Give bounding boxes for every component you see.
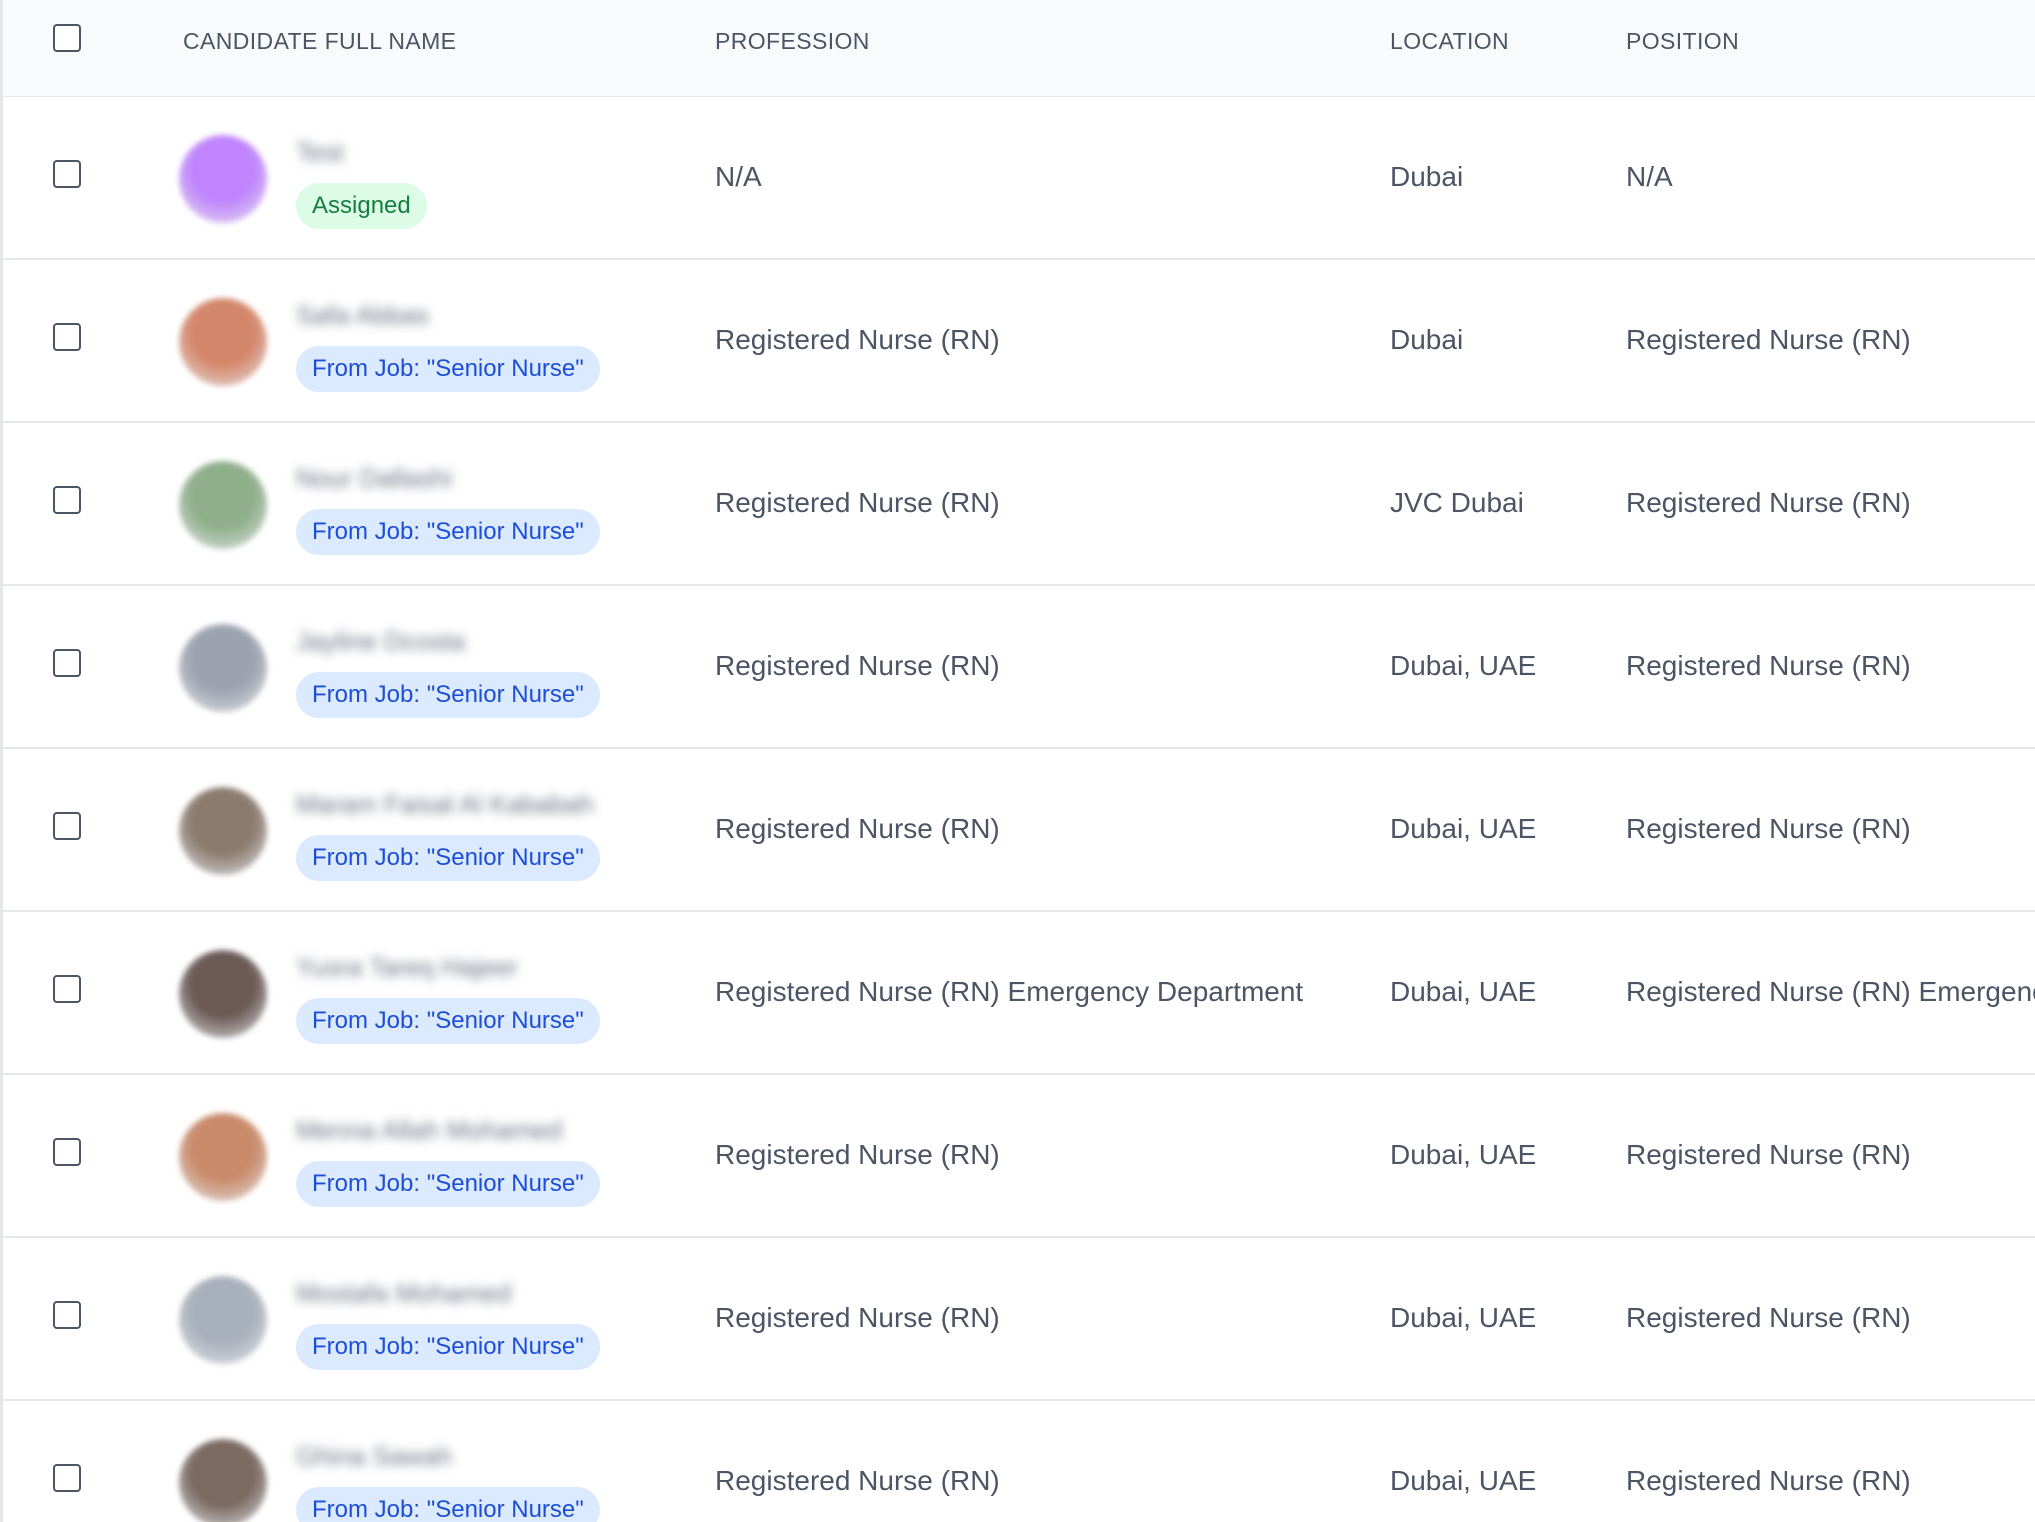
location-cell: Dubai, UAE [1390, 1302, 1537, 1333]
column-header-position[interactable]: POSITION [1626, 0, 1739, 96]
avatar [179, 950, 267, 1038]
position-cell: Registered Nurse (RN) [1626, 1302, 1911, 1333]
row-checkbox[interactable] [53, 1138, 81, 1166]
position-cell: N/A [1626, 161, 1673, 192]
location-cell: Dubai, UAE [1390, 813, 1537, 844]
location-cell: Dubai [1390, 324, 1464, 355]
source-badge: From Job: "Senior Nurse" [296, 1487, 600, 1522]
column-header-name[interactable]: CANDIDATE FULL NAME [183, 0, 456, 96]
location-cell: Dubai, UAE [1390, 976, 1537, 1007]
avatar [179, 1113, 267, 1201]
profession-cell: Registered Nurse (RN) [715, 324, 1000, 355]
profession-cell: Registered Nurse (RN) [715, 1465, 1000, 1496]
table-row[interactable]: Menna Allah Mohamed From Job: "Senior Nu… [3, 1075, 2035, 1238]
location-cell: Dubai, UAE [1390, 650, 1537, 681]
avatar [179, 135, 267, 223]
position-cell: Registered Nurse (RN) Emergency [1626, 976, 2035, 1007]
row-checkbox[interactable] [53, 649, 81, 677]
row-checkbox[interactable] [53, 323, 81, 351]
source-badge: From Job: "Senior Nurse" [296, 509, 600, 555]
row-checkbox[interactable] [53, 1301, 81, 1329]
profession-cell: Registered Nurse (RN) [715, 1302, 1000, 1333]
position-cell: Registered Nurse (RN) [1626, 650, 1911, 681]
candidate-name[interactable]: Jayline Dcosta [296, 626, 465, 657]
position-cell: Registered Nurse (RN) [1626, 1465, 1911, 1496]
source-badge: From Job: "Senior Nurse" [296, 1161, 600, 1207]
candidate-name[interactable]: Yusra Tareq Hajeer [296, 952, 518, 983]
avatar [179, 1276, 267, 1364]
location-cell: JVC Dubai [1390, 487, 1524, 518]
row-checkbox[interactable] [53, 486, 81, 514]
avatar [179, 461, 267, 549]
profession-cell: Registered Nurse (RN) [715, 487, 1000, 518]
table-header: CANDIDATE FULL NAME PROFESSION LOCATION … [3, 0, 2035, 98]
table-row[interactable]: Mostafa Mohamed From Job: "Senior Nurse"… [3, 1238, 2035, 1401]
table-row[interactable]: Nour Dallashi From Job: "Senior Nurse" R… [3, 423, 2035, 586]
profession-cell: Registered Nurse (RN) [715, 1139, 1000, 1170]
candidate-name[interactable]: Test [296, 137, 344, 168]
position-cell: Registered Nurse (RN) [1626, 324, 1911, 355]
location-cell: Dubai, UAE [1390, 1139, 1537, 1170]
table-row[interactable]: Yusra Tareq Hajeer From Job: "Senior Nur… [3, 912, 2035, 1075]
profession-cell: N/A [715, 161, 762, 192]
profession-cell: Registered Nurse (RN) [715, 813, 1000, 844]
select-all-checkbox[interactable] [53, 24, 81, 52]
position-cell: Registered Nurse (RN) [1626, 487, 1911, 518]
position-cell: Registered Nurse (RN) [1626, 813, 1911, 844]
location-cell: Dubai, UAE [1390, 1465, 1537, 1496]
candidate-name[interactable]: Mostafa Mohamed [296, 1278, 511, 1309]
source-badge: From Job: "Senior Nurse" [296, 998, 600, 1044]
row-checkbox[interactable] [53, 975, 81, 1003]
table-row[interactable]: Test Assigned N/A Dubai N/A [3, 97, 2035, 260]
avatar [179, 624, 267, 712]
candidate-name[interactable]: Safa Abbas [296, 300, 429, 331]
candidate-name[interactable]: Maram Faisal Al Kababah [296, 789, 594, 820]
table-row[interactable]: Safa Abbas From Job: "Senior Nurse" Regi… [3, 260, 2035, 423]
candidate-name[interactable]: Ghina Sawah [296, 1441, 452, 1472]
row-checkbox[interactable] [53, 1464, 81, 1492]
profession-cell: Registered Nurse (RN) [715, 650, 1000, 681]
candidate-name[interactable]: Nour Dallashi [296, 463, 452, 494]
profession-cell: Registered Nurse (RN) Emergency Departme… [715, 976, 1304, 1007]
source-badge: Assigned [296, 183, 427, 229]
row-checkbox[interactable] [53, 812, 81, 840]
avatar [179, 787, 267, 875]
candidate-name[interactable]: Menna Allah Mohamed [296, 1115, 562, 1146]
row-checkbox[interactable] [53, 160, 81, 188]
avatar [179, 298, 267, 386]
candidates-table: CANDIDATE FULL NAME PROFESSION LOCATION … [0, 0, 2035, 1522]
source-badge: From Job: "Senior Nurse" [296, 346, 600, 392]
table-row[interactable]: Ghina Sawah From Job: "Senior Nurse" Reg… [3, 1401, 2035, 1522]
source-badge: From Job: "Senior Nurse" [296, 672, 600, 718]
location-cell: Dubai [1390, 161, 1464, 192]
source-badge: From Job: "Senior Nurse" [296, 835, 600, 881]
table-row[interactable]: Maram Faisal Al Kababah From Job: "Senio… [3, 749, 2035, 912]
source-badge: From Job: "Senior Nurse" [296, 1324, 600, 1370]
table-row[interactable]: Jayline Dcosta From Job: "Senior Nurse" … [3, 586, 2035, 749]
position-cell: Registered Nurse (RN) [1626, 1139, 1911, 1170]
column-header-location[interactable]: LOCATION [1390, 0, 1509, 96]
column-header-profession[interactable]: PROFESSION [715, 0, 870, 96]
avatar [179, 1439, 267, 1522]
